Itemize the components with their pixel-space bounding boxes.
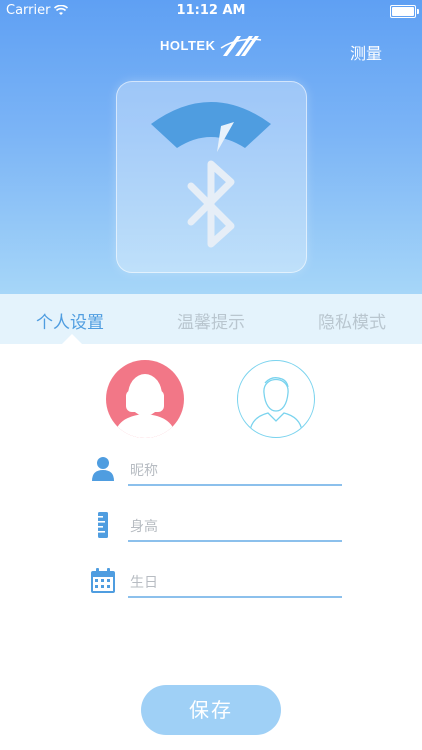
logo-text: HOLTEK (160, 37, 216, 53)
status-bar: Carrier 11:12 AM (0, 0, 422, 22)
calendar-icon (91, 568, 115, 593)
tab-indicator (62, 334, 82, 344)
birthday-input[interactable]: 生日 (128, 566, 342, 598)
male-avatar-icon (249, 377, 303, 432)
female-avatar-icon (114, 374, 176, 438)
measure-button[interactable]: 测量 (350, 40, 382, 64)
tab-tips[interactable]: 温馨提示 (177, 308, 245, 333)
tab-privacy-mode[interactable]: 隐私模式 (318, 308, 386, 333)
ruler-icon (98, 512, 108, 538)
tab-personal-settings[interactable]: 个人设置 (36, 308, 104, 333)
height-placeholder: 身高 (130, 519, 158, 535)
nickname-input[interactable]: 昵称 (128, 454, 342, 486)
bluetooth-scale-card[interactable] (116, 81, 307, 273)
avatar-male[interactable] (237, 360, 315, 438)
avatar-female[interactable] (106, 360, 184, 438)
person-icon (92, 457, 114, 481)
bluetooth-icon (187, 160, 235, 248)
birthday-placeholder: 生日 (130, 575, 158, 591)
height-field[interactable]: 身高 (90, 510, 344, 542)
nickname-placeholder: 昵称 (130, 463, 158, 479)
holtek-mark-icon (221, 36, 262, 56)
birthday-field[interactable]: 生日 (90, 566, 344, 598)
nickname-field[interactable]: 昵称 (90, 454, 344, 486)
save-button[interactable]: 保存 (141, 685, 281, 735)
brand-logo: HOLTEK (160, 30, 263, 60)
height-input[interactable]: 身高 (128, 510, 342, 542)
status-time: 11:12 AM (176, 3, 246, 18)
battery-icon (390, 5, 419, 18)
